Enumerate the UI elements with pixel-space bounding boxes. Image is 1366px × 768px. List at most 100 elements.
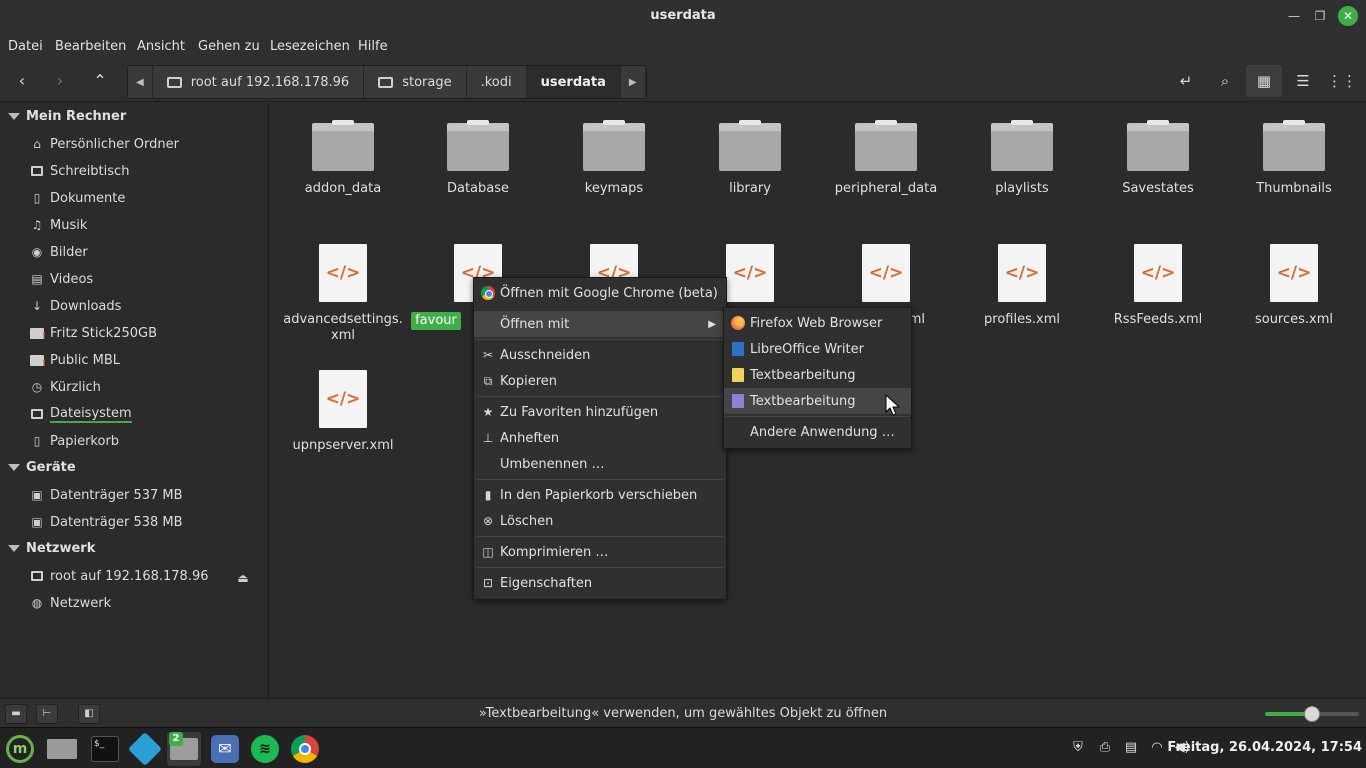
toggle-location-icon[interactable]: ↵ (1168, 65, 1204, 97)
sidebar-section-geraete[interactable]: Geräte (8, 460, 76, 475)
zoom-knob[interactable] (1304, 706, 1320, 722)
breadcrumb-userdata[interactable]: userdata (526, 66, 621, 98)
menu-item-properties[interactable]: ⊡ Eigenschaften (474, 570, 726, 596)
breadcrumb-right-arrow[interactable]: ▶ (621, 66, 646, 98)
clipboard-icon[interactable]: ▤ (1122, 740, 1140, 758)
sidebar-item-downloads[interactable]: ↓ Downloads (30, 296, 121, 316)
xml-file-item[interactable]: </> profiles.xml (957, 244, 1087, 328)
sidebar-item-music[interactable]: ♫ Musik (30, 215, 88, 235)
context-menu: Öffnen mit Google Chrome (beta) Öffnen m… (473, 277, 727, 600)
sidebar-item-fritz-stick[interactable]: Fritz Stick250GB (30, 323, 157, 343)
taskbar: m $_ 2 ✉ ≋ ⛨ ⎙ ▤ ◠ ◀) Freitag, 26.04.202… (0, 727, 1366, 768)
compact-view-icon[interactable]: ⋮⋮ (1324, 65, 1360, 97)
sidebar-item-filesystem[interactable]: Dateisystem (30, 404, 132, 424)
sidebar-item-network[interactable]: ◍ Netzwerk (30, 593, 111, 613)
menu-ansicht[interactable]: Ansicht (137, 39, 185, 54)
sidebar-item-videos[interactable]: ▤ Videos (30, 269, 93, 289)
printer-icon[interactable]: ⎙ (1096, 740, 1114, 758)
chrome-button[interactable] (288, 732, 322, 766)
submenu-item-text-editor-2[interactable]: Textbearbeitung (724, 388, 911, 414)
xml-file-item[interactable]: </> sources.xml (1229, 244, 1359, 328)
menu-item-compress[interactable]: ◫ Komprimieren … (474, 539, 726, 565)
menu-item-open-with[interactable]: Öffnen mit ▶ (474, 311, 726, 337)
shield-icon[interactable]: ⛨ (1069, 740, 1087, 758)
wifi-icon[interactable]: ◠ (1148, 740, 1166, 758)
folder-item[interactable]: Savestates (1093, 120, 1223, 197)
up-button[interactable]: ⌃ (89, 70, 111, 92)
open-with-submenu: Firefox Web Browser LibreOffice Writer T… (723, 307, 912, 449)
sidebar-item-desktop[interactable]: Schreibtisch (30, 161, 129, 181)
text-editor-icon (730, 367, 746, 383)
icon-view-icon[interactable]: ▦ (1246, 65, 1282, 97)
breadcrumb-root[interactable]: root auf 192.168.178.96 (153, 66, 365, 98)
desktop-icon (30, 164, 44, 178)
mint-menu-button[interactable]: m (3, 732, 37, 766)
show-desktop-button[interactable] (45, 732, 79, 766)
kodi-button[interactable] (128, 732, 162, 766)
sidebar-item-disk-538[interactable]: ▣ Datenträger 538 MB (30, 512, 182, 532)
spotify-button[interactable]: ≋ (248, 732, 282, 766)
chrome-icon (480, 285, 496, 301)
menu-item-pin[interactable]: ⊥ Anheften (474, 425, 726, 451)
mail-button[interactable]: ✉ (208, 732, 242, 766)
breadcrumb-left-arrow[interactable]: ◀ (128, 66, 153, 98)
sidebar-section-netzwerk[interactable]: Netzwerk (8, 541, 95, 556)
forward-button[interactable]: › (49, 70, 71, 92)
folder-item[interactable]: peripheral_data (821, 120, 951, 197)
folder-item[interactable]: Thumbnails (1229, 120, 1359, 197)
menu-datei[interactable]: Datei (8, 39, 43, 54)
menu-item-move-to-trash[interactable]: ▮ In den Papierkorb verschieben (474, 482, 726, 508)
clock[interactable]: Freitag, 26.04.2024, 17:54 (1167, 740, 1362, 755)
document-icon: ▯ (33, 191, 41, 205)
submenu-item-libreoffice-writer[interactable]: LibreOffice Writer (724, 336, 911, 362)
menu-hilfe[interactable]: Hilfe (358, 39, 388, 54)
menu-item-rename[interactable]: Umbenennen … (474, 451, 726, 477)
maximize-button[interactable]: ❐ (1310, 6, 1330, 26)
menu-item-copy[interactable]: ⧉ Kopieren (474, 368, 726, 394)
folder-item[interactable]: Database (413, 120, 543, 197)
drive-icon (378, 76, 394, 88)
sidebar-item-trash[interactable]: ▯ Papierkorb (30, 431, 119, 451)
status-bar: ▬ ⊢ ◧ »Textbearbeitung« verwenden, um ge… (0, 698, 1366, 727)
eject-icon[interactable]: ⏏ (236, 568, 256, 588)
sidebar-item-public-mbl[interactable]: Public MBL (30, 350, 120, 370)
menu-item-delete[interactable]: ⊗ Löschen (474, 508, 726, 534)
folder-item[interactable]: keymaps (549, 120, 679, 197)
sidebar-item-pictures[interactable]: ◉ Bilder (30, 242, 88, 262)
submenu-item-text-editor[interactable]: Textbearbeitung (724, 362, 911, 388)
folder-item[interactable]: library (685, 120, 815, 197)
menu-lesezeichen[interactable]: Lesezeichen (270, 39, 350, 54)
sidebar-item-home[interactable]: ⌂ Persönlicher Ordner (30, 134, 179, 154)
back-button[interactable]: ‹ (11, 70, 33, 92)
title-bar: userdata — ❐ ✕ (0, 0, 1366, 33)
breadcrumb-kodi[interactable]: .kodi (467, 66, 527, 98)
minimize-button[interactable]: — (1284, 6, 1304, 26)
sidebar-item-network-root[interactable]: root auf 192.168.178.96 (30, 566, 209, 586)
sidebar-item-disk-537[interactable]: ▣ Datenträger 537 MB (30, 485, 182, 505)
zoom-slider[interactable] (1265, 706, 1359, 722)
sidebar-section-mein-rechner[interactable]: Mein Rechner (8, 109, 126, 124)
menu-separator (725, 416, 910, 417)
breadcrumb-storage[interactable]: storage (364, 66, 467, 98)
folder-item[interactable]: playlists (957, 120, 1087, 197)
terminal-button[interactable]: $_ (88, 732, 122, 766)
menu-item-add-favorites[interactable]: ★ Zu Favoriten hinzufügen (474, 399, 726, 425)
menu-separator (475, 339, 725, 340)
search-icon[interactable]: ⌕ (1207, 65, 1243, 97)
xml-file-item[interactable]: </> RssFeeds.xml (1093, 244, 1223, 328)
disk-icon: ▣ (31, 515, 43, 529)
menu-bearbeiten[interactable]: Bearbeiten (55, 39, 126, 54)
menu-item-cut[interactable]: ✂ Ausschneiden (474, 342, 726, 368)
submenu-item-other-application[interactable]: Andere Anwendung … (724, 419, 911, 445)
menu-gehen-zu[interactable]: Gehen zu (198, 39, 260, 54)
folder-item[interactable]: addon_data (278, 120, 408, 197)
menu-item-open-chrome[interactable]: Öffnen mit Google Chrome (beta) (474, 280, 726, 306)
submenu-item-firefox[interactable]: Firefox Web Browser (724, 310, 911, 336)
close-button[interactable]: ✕ (1338, 6, 1358, 26)
xml-file-item[interactable]: </> advancedsettings. xml (278, 244, 408, 344)
sidebar-item-documents[interactable]: ▯ Dokumente (30, 188, 126, 208)
xml-file-item[interactable]: </> upnpserver.xml (278, 370, 408, 454)
list-view-icon[interactable]: ☰ (1285, 65, 1321, 97)
files-button[interactable]: 2 (167, 732, 201, 766)
sidebar-item-recent[interactable]: ◷ Kürzlich (30, 377, 101, 397)
